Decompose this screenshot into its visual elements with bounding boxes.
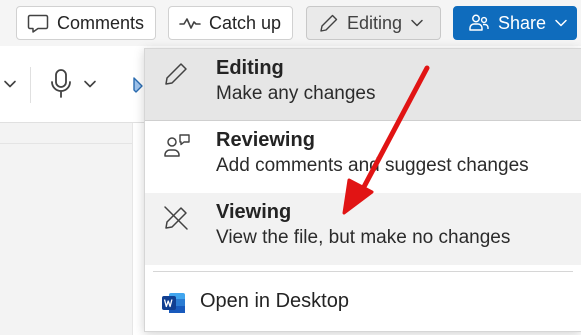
menu-item-viewing-title: Viewing xyxy=(216,201,292,223)
menu-item-reviewing[interactable]: Reviewing Add comments and suggest chang… xyxy=(145,121,581,193)
pencil-off-icon xyxy=(163,205,189,236)
page-edge xyxy=(132,123,133,335)
pencil-icon xyxy=(319,13,339,33)
menu-item-viewing[interactable]: Viewing View the file, but make no chang… xyxy=(145,193,581,265)
reviewing-icon xyxy=(163,133,193,164)
top-toolbar: Comments Catch up Editing Share xyxy=(0,0,581,46)
menu-item-editing-description: Make any changes xyxy=(216,83,376,104)
menu-item-open-in-desktop[interactable]: Open in Desktop xyxy=(145,279,581,327)
menu-item-reviewing-title: Reviewing xyxy=(216,129,315,151)
chevron-down-icon xyxy=(410,16,424,30)
ribbon-separator xyxy=(30,67,31,103)
comments-button[interactable]: Comments xyxy=(16,6,156,40)
editing-mode-label: Editing xyxy=(347,12,403,33)
people-icon xyxy=(468,12,490,34)
comments-label: Comments xyxy=(57,12,145,33)
partial-ribbon-icon[interactable] xyxy=(130,72,144,103)
document-margin xyxy=(0,123,132,335)
menu-item-reviewing-description: Add comments and suggest changes xyxy=(216,155,529,176)
editing-mode-menu: Editing Make any changes Reviewing Add c… xyxy=(144,48,581,332)
menu-item-editing[interactable]: Editing Make any changes xyxy=(145,49,581,121)
chevron-down-icon[interactable] xyxy=(2,76,18,97)
menu-item-editing-title: Editing xyxy=(216,57,284,79)
share-label: Share xyxy=(498,12,547,33)
catch-up-label: Catch up xyxy=(209,12,282,33)
menu-divider xyxy=(153,271,573,272)
catch-up-button[interactable]: Catch up xyxy=(168,6,293,40)
open-in-desktop-label: Open in Desktop xyxy=(200,290,349,312)
comment-icon xyxy=(27,12,49,34)
pencil-icon xyxy=(163,61,189,92)
word-app-icon xyxy=(161,291,187,320)
chevron-down-icon xyxy=(554,16,568,30)
share-button[interactable]: Share xyxy=(453,6,577,40)
ruler-line xyxy=(0,143,132,144)
dictate-chevron-down-icon[interactable] xyxy=(82,76,98,97)
pulse-icon xyxy=(179,12,201,34)
dictate-microphone-icon[interactable] xyxy=(48,68,74,105)
menu-item-viewing-description: View the file, but make no changes xyxy=(216,227,511,248)
editing-mode-button[interactable]: Editing xyxy=(306,6,441,40)
